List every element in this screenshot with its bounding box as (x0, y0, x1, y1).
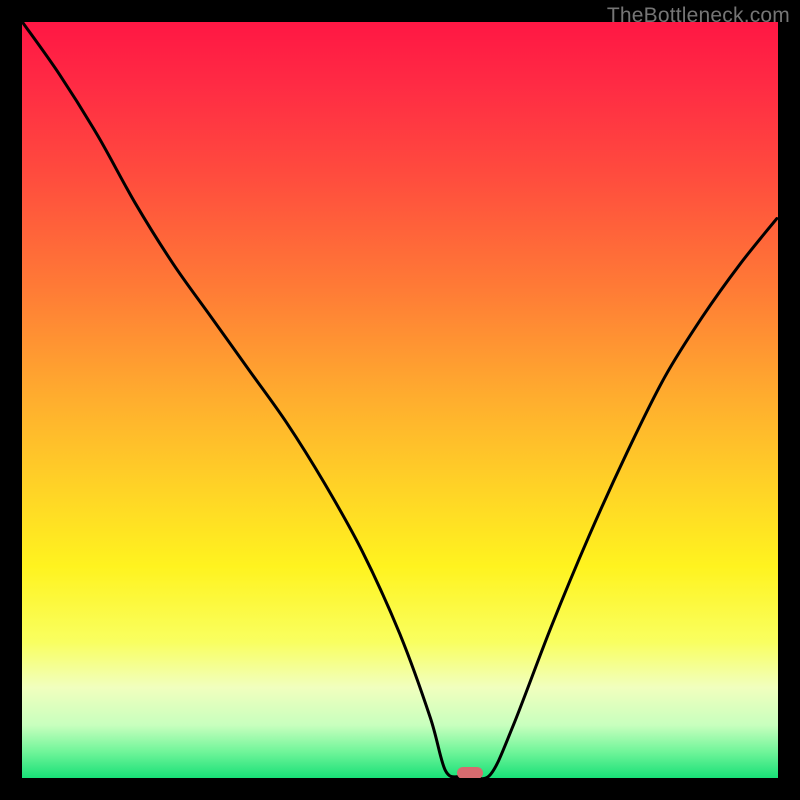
optimal-point-marker (457, 767, 483, 778)
watermark-text: TheBottleneck.com (607, 4, 790, 28)
chart-frame: TheBottleneck.com (0, 0, 800, 800)
plot-area (22, 22, 778, 778)
bottleneck-curve (22, 22, 778, 778)
